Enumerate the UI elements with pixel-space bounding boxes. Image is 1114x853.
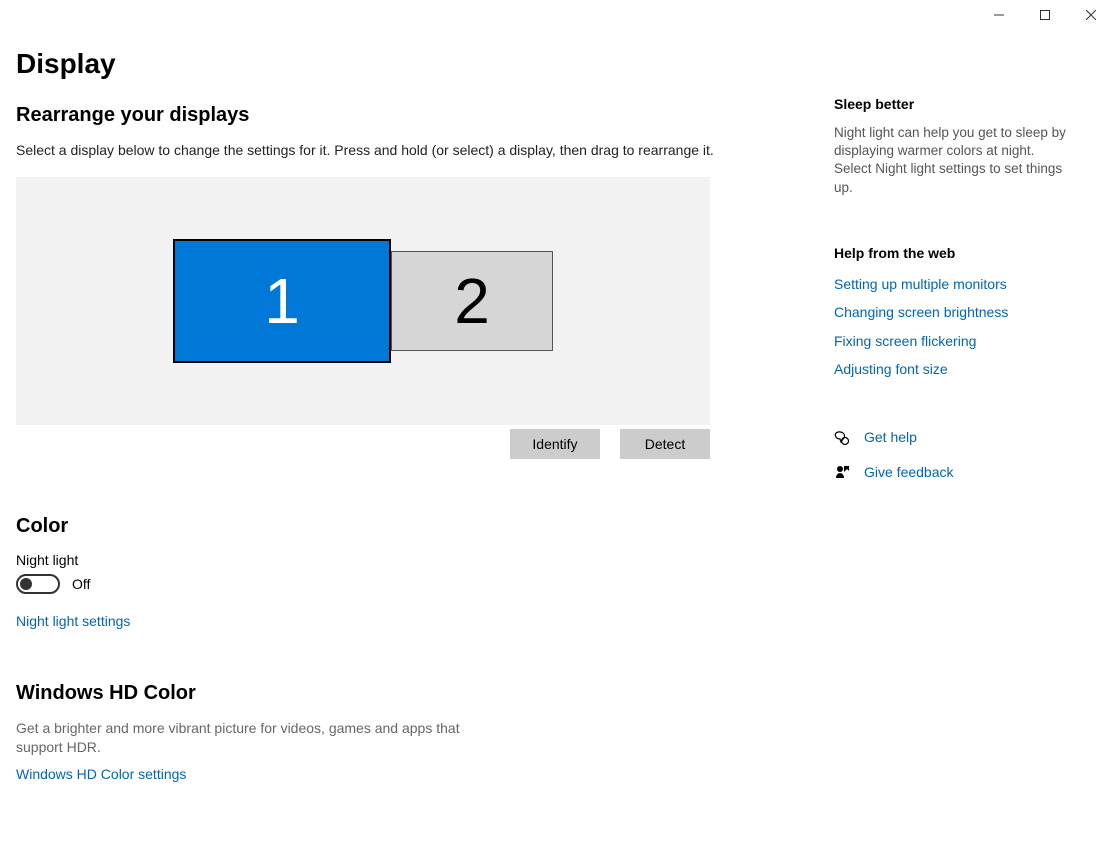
minimize-icon: [994, 10, 1004, 20]
display-arrangement-area[interactable]: 1 2: [16, 177, 710, 425]
get-help-icon: [834, 430, 850, 446]
main-content: Display Rearrange your displays Select a…: [0, 0, 830, 795]
get-help-row[interactable]: Get help: [834, 426, 1074, 448]
toggle-knob: [20, 578, 32, 590]
give-feedback-icon: [834, 464, 850, 480]
get-help-link[interactable]: Get help: [864, 426, 917, 448]
page-title: Display: [16, 48, 830, 80]
rearrange-heading: Rearrange your displays: [16, 104, 830, 127]
arrange-button-row: Identify Detect: [16, 429, 710, 459]
window-controls: [976, 0, 1114, 30]
monitor-1[interactable]: 1: [173, 239, 391, 363]
help-link-font-size[interactable]: Adjusting font size: [834, 358, 1074, 380]
rearrange-description: Select a display below to change the set…: [16, 141, 830, 161]
minimize-button[interactable]: [976, 0, 1022, 30]
night-light-label: Night light: [16, 552, 830, 568]
hd-color-settings-link[interactable]: Windows HD Color settings: [16, 763, 186, 785]
hd-color-heading: Windows HD Color: [16, 682, 830, 705]
hd-color-description: Get a brighter and more vibrant picture …: [16, 719, 476, 757]
help-from-web-heading: Help from the web: [834, 245, 1074, 261]
close-icon: [1086, 10, 1096, 20]
give-feedback-link[interactable]: Give feedback: [864, 461, 954, 483]
sleep-better-heading: Sleep better: [834, 96, 1074, 112]
night-light-toggle[interactable]: [16, 574, 60, 594]
maximize-icon: [1040, 10, 1050, 20]
help-link-brightness[interactable]: Changing screen brightness: [834, 301, 1074, 323]
color-heading: Color: [16, 515, 830, 538]
give-feedback-row[interactable]: Give feedback: [834, 461, 1074, 483]
sleep-better-text: Night light can help you get to sleep by…: [834, 124, 1074, 197]
night-light-settings-link[interactable]: Night light settings: [16, 610, 130, 632]
sidebar: Sleep better Night light can help you ge…: [830, 0, 1090, 795]
monitor-2[interactable]: 2: [391, 251, 553, 351]
help-link-flickering[interactable]: Fixing screen flickering: [834, 330, 1074, 352]
night-light-state: Off: [72, 576, 90, 592]
night-light-toggle-row: Off: [16, 574, 830, 594]
detect-button[interactable]: Detect: [620, 429, 710, 459]
maximize-button[interactable]: [1022, 0, 1068, 30]
identify-button[interactable]: Identify: [510, 429, 600, 459]
help-link-multiple-monitors[interactable]: Setting up multiple monitors: [834, 273, 1074, 295]
close-button[interactable]: [1068, 0, 1114, 30]
